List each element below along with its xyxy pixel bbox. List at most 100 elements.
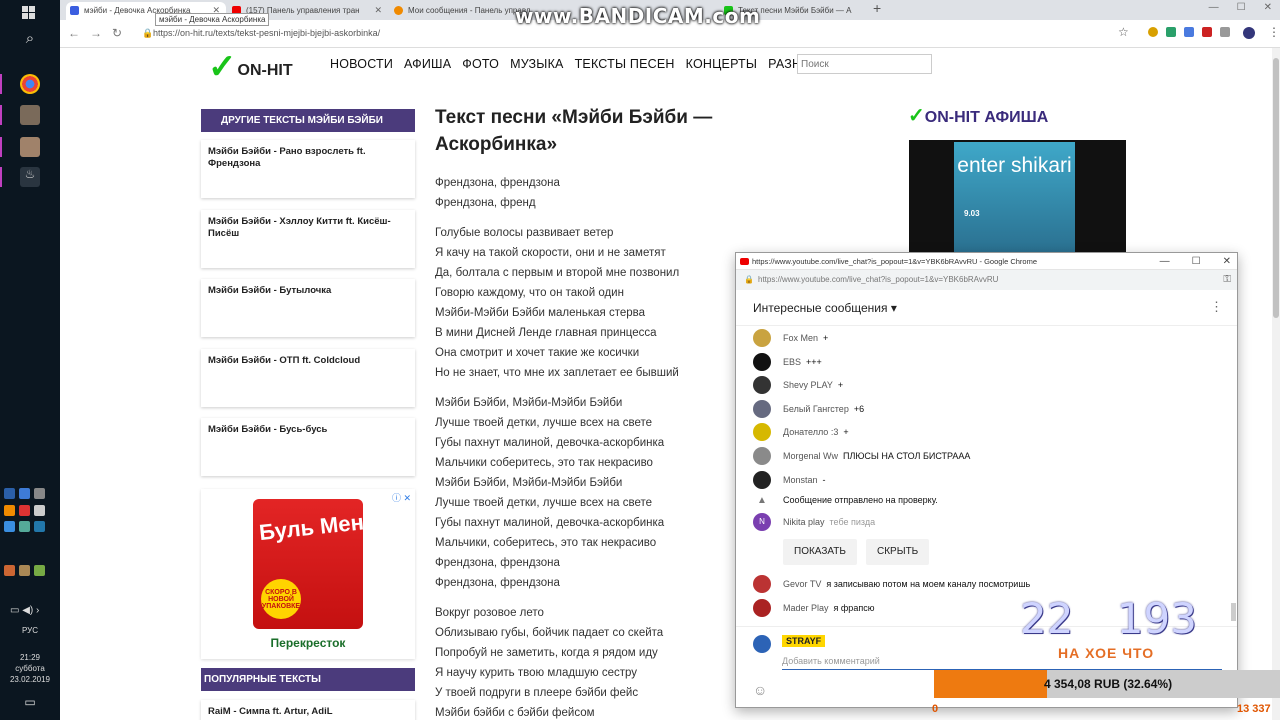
nav-concerts[interactable]: КОНЦЕРТЫ	[686, 57, 758, 71]
avatar[interactable]	[753, 598, 771, 617]
lyrics-line: Я научу курить твою младшую сестру	[435, 667, 638, 679]
notifications-icon[interactable]: ▭	[0, 696, 60, 708]
lyrics-line: Мальчики, соберитесь, это так некрасиво	[435, 537, 657, 549]
chat-header: Интересные сообщения ▾ ⋮	[736, 290, 1237, 326]
reload-icon[interactable]: ↻	[112, 26, 122, 40]
product-badge: СКОРО В НОВОЙ УПАКОВКЕ	[261, 579, 301, 619]
back-icon[interactable]: ←	[68, 26, 80, 40]
extension-icon[interactable]	[1166, 27, 1176, 37]
url-field[interactable]: https://on-hit.ru/texts/tekst-pesni-mjej…	[153, 28, 380, 38]
extension-icon[interactable]	[1184, 27, 1194, 37]
minimize-icon[interactable]: —	[1160, 253, 1170, 270]
steam-icon[interactable]: ♨	[20, 167, 40, 187]
comment-input[interactable]: Добавить комментарий	[782, 656, 1222, 670]
chat-text: +6	[853, 403, 865, 414]
network-sound-icons[interactable]: ▭ ◀) ›	[10, 605, 39, 616]
afisha-title: ✓ON-HIT АФИША	[908, 105, 1049, 127]
ad-info-icon[interactable]: ⓘ ✕	[392, 491, 411, 504]
sidebar-item[interactable]: Мэйби Бэйби - Бусь-бусь	[201, 418, 415, 476]
avatar[interactable]	[753, 399, 771, 418]
sidebar-item[interactable]: Мэйби Бэйби - Бутылочка	[201, 279, 415, 337]
popup-title-bar[interactable]: https://www.youtube.com/live_chat?is_pop…	[736, 253, 1237, 270]
tray-icons	[4, 565, 45, 576]
browser-menu-icon[interactable]: ⋮	[1268, 25, 1280, 39]
chat-author[interactable]: Monstan	[783, 475, 818, 485]
avatar[interactable]: N	[753, 513, 771, 531]
avatar[interactable]	[753, 447, 771, 465]
lyrics-line: Френдзона, френдзона	[435, 557, 560, 569]
app-icon[interactable]	[20, 105, 40, 125]
avatar[interactable]	[753, 329, 771, 347]
nav-lyrics[interactable]: ТЕКСТЫ ПЕСЕН	[575, 57, 675, 71]
forward-icon[interactable]: →	[90, 26, 102, 40]
site-search-input[interactable]	[797, 54, 932, 74]
avatar[interactable]	[753, 470, 771, 489]
site-logo[interactable]: ✓ ON-HIT	[208, 50, 293, 84]
advertisement[interactable]: ⓘ ✕ Буль Мени СКОРО В НОВОЙ УПАКОВКЕ Пер…	[201, 489, 415, 659]
chat-author[interactable]: EBS	[783, 357, 801, 367]
lyrics-stanza: Вокруг розовое лето Облизываю губы, бойчи…	[435, 603, 735, 720]
sidebar-item[interactable]: Мэйби Бэйби - Рано взрослеть ft. Френдзо…	[201, 140, 415, 198]
extension-icon[interactable]	[1202, 27, 1212, 37]
lyrics-line: В мини Дисней Ленде главная принцесса	[435, 327, 657, 339]
poster-date: 9.03	[964, 209, 980, 218]
maximize-icon[interactable]: ☐	[1237, 2, 1246, 13]
maximize-icon[interactable]: ☐	[1192, 253, 1201, 270]
search-icon[interactable]: ⌕	[20, 30, 40, 50]
close-icon[interactable]: ✕	[1223, 253, 1231, 270]
chrome-icon[interactable]	[20, 74, 40, 94]
profile-avatar[interactable]	[1243, 27, 1255, 39]
chat-author[interactable]: Донателло :3	[783, 427, 838, 437]
nav-afisha[interactable]: АФИША	[404, 57, 451, 71]
key-icon[interactable]: ⚿	[1223, 270, 1231, 290]
windows-start-icon[interactable]	[22, 6, 36, 20]
app-indicator	[0, 137, 2, 157]
close-window-icon[interactable]: ✕	[1264, 2, 1272, 13]
clock-day: суббота	[15, 664, 45, 673]
avatar[interactable]	[753, 376, 771, 395]
sidebar-item[interactable]: Мэйби Бэйби - Хэллоу Китти ft. Кисёш-Пис…	[201, 210, 415, 268]
lock-icon[interactable]: 🔒	[142, 28, 153, 39]
tab-label: Мои сообщения - Панель управл	[408, 6, 531, 15]
chat-author[interactable]: Morgenal Ww	[783, 451, 838, 461]
chat-scrollbar[interactable]	[1231, 603, 1236, 621]
more-options-icon[interactable]: ⋮	[1210, 299, 1223, 315]
chat-author[interactable]: Fox Men	[783, 333, 818, 343]
popup-url-bar[interactable]: 🔒 https://www.youtube.com/live_chat?is_p…	[736, 270, 1237, 290]
avatar[interactable]	[753, 352, 771, 371]
app-icon[interactable]	[20, 137, 40, 157]
donation-progress-fill	[934, 670, 1047, 698]
sidebar-header: ДРУГИЕ ТЕКСТЫ МЭЙБИ БЭЙБИ	[201, 109, 415, 132]
clock-time[interactable]: 21:29	[0, 652, 60, 663]
close-tab-icon[interactable]: ✕	[374, 2, 382, 19]
page-scrollbar[interactable]	[1272, 48, 1280, 720]
lyrics-line: Я качу на такой скорости, они и не замет…	[435, 247, 666, 259]
nav-news[interactable]: НОВОСТИ	[330, 57, 393, 71]
event-poster[interactable]: enter shikari 9.03	[909, 140, 1126, 255]
donation-goal-label: НА ХОЕ ЧТО	[1058, 645, 1155, 661]
extension-icon[interactable]	[1220, 27, 1230, 37]
chat-author[interactable]: Gevor TV	[783, 579, 821, 589]
lyrics-line: Говорю каждому, что он такой один	[435, 287, 624, 299]
chat-mode-dropdown[interactable]: Интересные сообщения ▾	[753, 301, 897, 315]
new-tab-button[interactable]: +	[873, 0, 881, 16]
extension-icon[interactable]	[1148, 27, 1158, 37]
language-indicator[interactable]: РУС	[0, 626, 60, 635]
lyrics-text: Френдзона, френдзона Френдзона, френд Голу…	[435, 173, 735, 720]
emoji-icon[interactable]: ☺	[753, 682, 767, 698]
chat-author[interactable]: Mader Play	[783, 603, 829, 613]
chat-author[interactable]: Белый Гангстер	[783, 404, 849, 414]
held-notice: ▲ Сообщение отправлено на проверку.	[753, 490, 938, 510]
sidebar-item[interactable]: Мэйби Бэйби - ОТП ft. Coldcloud	[201, 349, 415, 407]
hide-button[interactable]: СКРЫТЬ	[866, 539, 930, 565]
chat-author[interactable]: Shevy PLAY	[783, 380, 833, 390]
minimize-icon[interactable]: —	[1209, 2, 1219, 13]
avatar[interactable]	[753, 423, 771, 442]
bookmark-star-icon[interactable]: ☆	[1118, 25, 1129, 39]
show-button[interactable]: ПОКАЗАТЬ	[783, 539, 857, 565]
avatar[interactable]	[753, 575, 771, 593]
nav-music[interactable]: МУЗЫКА	[510, 57, 564, 71]
popular-item[interactable]: RaiM - Симпа ft. Artur, AdiL	[201, 700, 415, 720]
nav-photo[interactable]: ФОТО	[462, 57, 499, 71]
scrollbar-thumb[interactable]	[1273, 58, 1279, 318]
